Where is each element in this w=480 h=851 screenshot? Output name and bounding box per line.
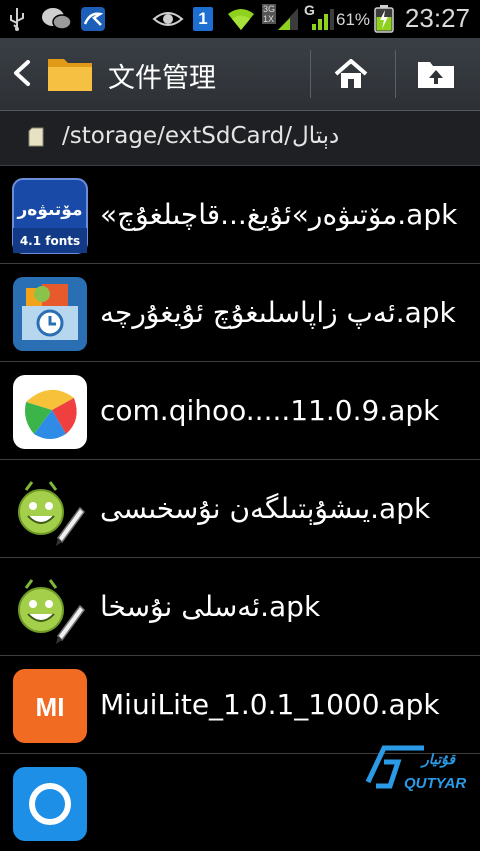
- app-backup-icon: [13, 277, 87, 351]
- wechat-icon: [42, 8, 72, 30]
- status-bar: 1 3G 1X G 61% 23:27: [0, 0, 480, 38]
- wifi-icon: [228, 9, 254, 30]
- network-badge: 3G 1X: [262, 4, 276, 24]
- signal-icon-1: [278, 8, 298, 30]
- list-item[interactable]: MI MiuiLite_1.0.1_1000.apk: [0, 656, 480, 754]
- list-item[interactable]: ئەپ زاپاسلىغۇچ ئۇيغۇرچە.apk: [0, 264, 480, 362]
- eye-icon: [152, 12, 184, 26]
- list-item[interactable]: مۆتىۋەر 4.1 fonts «مۆتىۋەر»ئۇيغ...قاچىلغ…: [0, 166, 480, 264]
- action-bar: 文件管理: [0, 38, 480, 111]
- usb-icon: [10, 8, 24, 31]
- partial-app-icon: [13, 767, 87, 841]
- battery-percent: 61%: [336, 10, 371, 29]
- motiwer-fonts-icon: مۆتىۋەر 4.1 fonts: [12, 178, 88, 254]
- icon-sublabel: 4.1 fonts: [20, 234, 80, 248]
- icon-label: مۆتىۋەر: [17, 200, 83, 220]
- up-folder-icon: [418, 62, 454, 88]
- qutyar-watermark-logo: قۇتيار QUTYAR: [365, 745, 466, 792]
- android-apk-icon: [18, 579, 85, 644]
- app-notification-icon: [81, 7, 105, 31]
- back-icon[interactable]: [10, 58, 34, 88]
- folder-icon: [48, 59, 92, 91]
- list-item[interactable]: com.qihoo.....11.0.9.apk: [0, 362, 480, 460]
- home-icon: [334, 59, 368, 88]
- file-name: ئەسلى نۇسخا.apk: [100, 590, 321, 623]
- file-name: com.qihoo.....11.0.9.apk: [100, 394, 440, 427]
- android-apk-icon: [18, 481, 85, 546]
- current-path: /storage/extSdCard/دېتال: [62, 123, 340, 149]
- sim-icon: 1: [193, 7, 213, 31]
- home-button[interactable]: [311, 38, 391, 110]
- icon-label: MI: [36, 692, 65, 722]
- mi-icon: MI: [13, 669, 87, 743]
- clock: 23:27: [404, 3, 470, 33]
- sdcard-icon: [28, 127, 44, 147]
- file-name: MiuiLite_1.0.1_1000.apk: [100, 688, 440, 721]
- watermark-text: QUTYAR: [404, 775, 466, 792]
- file-name: يىشۇېتىلگەن نۇسخىسى.apk: [100, 492, 431, 525]
- file-name: ئەپ زاپاسلىغۇچ ئۇيغۇرچە.apk: [100, 296, 456, 329]
- path-bar: /storage/extSdCard/دېتال: [0, 111, 480, 166]
- svg-text:قۇتيار: قۇتيار: [420, 752, 456, 768]
- list-item[interactable]: يىشۇېتىلگەن نۇسخىسى.apk: [0, 460, 480, 558]
- page-title: 文件管理: [108, 63, 216, 94]
- battery-icon: [374, 5, 394, 33]
- file-name: «مۆتىۋەر»ئۇيغ...قاچىلغۇچ.apk: [100, 198, 458, 231]
- qihoo-store-icon: [13, 375, 87, 449]
- list-item[interactable]: ئەسلى نۇسخا.apk: [0, 558, 480, 656]
- signal-icon: [312, 9, 334, 30]
- up-folder-button[interactable]: [396, 38, 476, 110]
